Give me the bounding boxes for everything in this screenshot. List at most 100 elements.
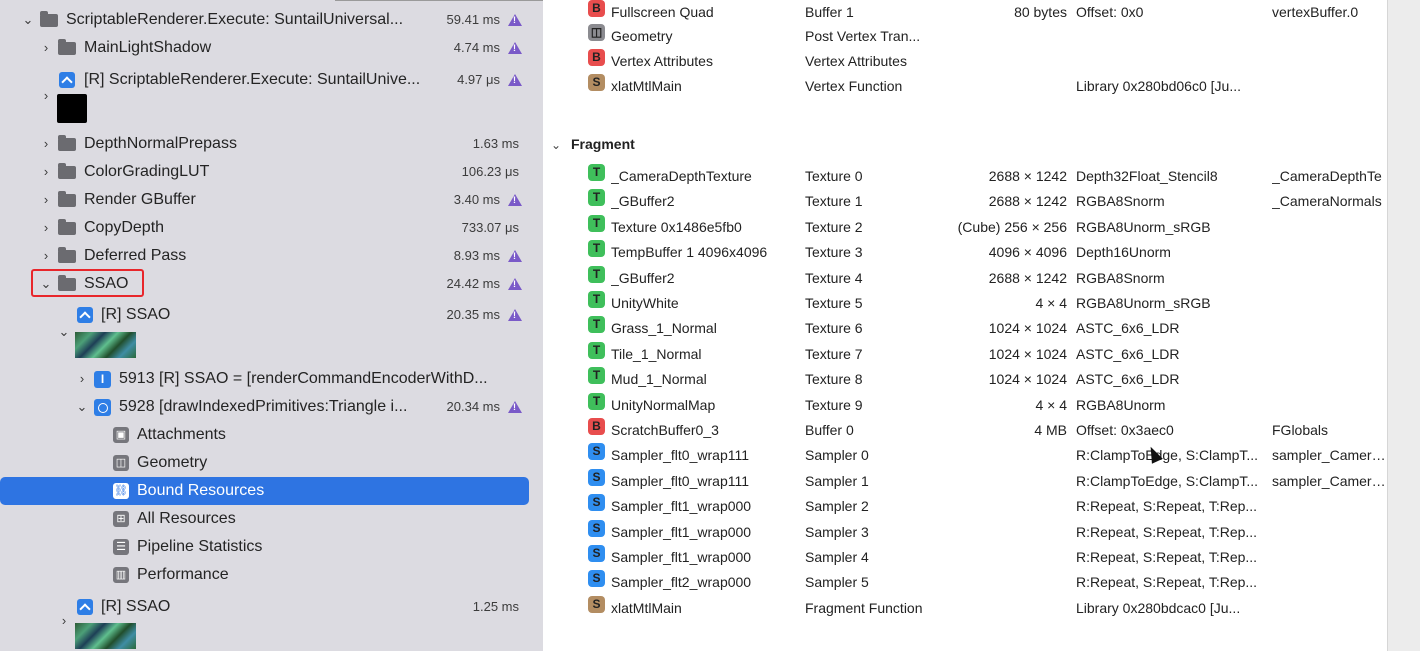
attachment-thumbnail[interactable] xyxy=(75,332,136,358)
resource-row[interactable]: T _CameraDepthTexture Texture 0 2688 × 1242… xyxy=(543,164,1387,189)
tree-row-all-resources[interactable]: ⊞ All Resources xyxy=(0,505,543,533)
attachment-thumbnail[interactable] xyxy=(57,94,87,123)
chevron-down-icon[interactable]: ⌄ xyxy=(22,6,34,34)
tree-row-label: Render GBuffer xyxy=(84,191,196,208)
tree-row-copy-depth[interactable]: › CopyDepth 733.07 μs xyxy=(0,214,543,242)
tree-row-pipeline-statistics[interactable]: ☰ Pipeline Statistics xyxy=(0,533,543,561)
resource-row[interactable]: S Sampler_flt0_wrap111 Sampler 0 R:ClampToE… xyxy=(543,443,1387,468)
resource-name: TempBuffer 1 4096x4096 xyxy=(611,244,768,261)
tree-row-depth-normal-prepass[interactable]: › DepthNormalPrepass 1.63 ms xyxy=(0,130,543,158)
warning-icon[interactable] xyxy=(508,42,522,54)
chevron-down-icon[interactable]: ⌄ xyxy=(551,133,565,158)
chevron-right-icon[interactable]: › xyxy=(76,365,88,393)
resource-format: RGBA8Unorm xyxy=(1076,396,1166,413)
tree-row-draw-5928[interactable]: ⌄ 5928 [drawIndexedPrimitives:Triangle i… xyxy=(0,393,543,421)
resource-row[interactable]: ◫ Geometry Post Vertex Tran... xyxy=(543,24,1387,49)
resource-row[interactable]: S Sampler_flt2_wrap000 Sampler 5 R:Repeat, … xyxy=(543,570,1387,595)
resource-row[interactable]: T UnityWhite Texture 54 × 4 RGBA8Unorm_sRGB xyxy=(543,291,1387,316)
warning-icon[interactable] xyxy=(508,250,522,262)
tree-row-ssao-encoder[interactable]: [R] SSAO 20.35 ms xyxy=(0,301,543,329)
resource-format: Library 0x280bdcac0 [Ju... xyxy=(1076,599,1241,616)
warning-icon[interactable] xyxy=(508,74,522,86)
chevron-right-icon[interactable]: › xyxy=(40,214,52,242)
resource-row[interactable]: S Sampler_flt1_wrap000 Sampler 2 R:Repeat, … xyxy=(543,494,1387,519)
info-command-icon: I xyxy=(94,371,111,388)
section-header-fragment[interactable]: ⌄ Fragment xyxy=(551,132,635,157)
warning-icon[interactable] xyxy=(508,14,522,26)
texture-icon: T xyxy=(588,291,605,308)
resource-name: Tile_1_Normal xyxy=(611,345,702,362)
resource-row[interactable]: S Sampler_flt0_wrap111 Sampler 1 R:ClampToE… xyxy=(543,468,1387,494)
navigator-sidebar: ⌄ ScriptableRenderer.Execute: SuntailUni… xyxy=(0,0,543,651)
resource-name: UnityNormalMap xyxy=(611,396,716,413)
resource-size: 1024 × 1024 xyxy=(988,320,1067,337)
tree-row-label: CopyDepth xyxy=(84,219,165,236)
gpu-time: 4.74 ms xyxy=(453,40,500,55)
warning-icon[interactable] xyxy=(508,194,522,206)
resource-format: Offset: 0x3aec0 xyxy=(1076,422,1174,438)
resource-name: UnityWhite xyxy=(611,295,679,311)
resource-format: R:ClampToEdge, S:ClampT... xyxy=(1076,472,1259,489)
warning-icon[interactable] xyxy=(508,309,522,321)
resource-format: ASTC_6x6_LDR xyxy=(1076,371,1180,388)
chevron-right-icon[interactable]: › xyxy=(40,158,52,186)
chevron-down-icon[interactable]: ⌄ xyxy=(76,393,88,421)
tree-row-command-5913[interactable]: › I 5913 [R] SSAO = [renderCommandEncode… xyxy=(0,365,543,393)
resource-row[interactable]: T _GBuffer2 Texture 4 2688 × 1242 RGBA8Snorm xyxy=(543,265,1387,291)
resource-row[interactable]: B ScratchBuffer0_3 Buffer 04 MB Offset: 0x3… xyxy=(543,418,1387,443)
tree-row-deferred-pass[interactable]: › Deferred Pass 8.93 ms xyxy=(0,242,543,270)
resource-row[interactable]: S Sampler_flt1_wrap000 Sampler 4 R:Repeat, … xyxy=(543,545,1387,570)
resource-row[interactable]: T Texture 0x1486e5fb0 Texture 2 (Cube) 256 … xyxy=(543,214,1387,240)
resource-row[interactable]: B Vertex Attributes Vertex Attributes xyxy=(543,49,1387,74)
resource-row[interactable]: B Fullscreen Quad Buffer 1 80 bytes Offs… xyxy=(543,0,1387,25)
tree-row-render-encoder[interactable]: [R] ScriptableRenderer.Execute: SuntailU… xyxy=(0,66,543,94)
resource-row[interactable]: T UnityNormalMap Texture 94 × 4 RGBA8Unorm xyxy=(543,392,1387,418)
resource-name: Sampler_flt1_wrap000 xyxy=(611,498,752,515)
tree-row-geometry[interactable]: ◫ Geometry xyxy=(0,449,543,477)
resource-size: 4096 × 4096 xyxy=(988,244,1067,261)
sampler-icon: S xyxy=(588,519,605,537)
resource-size: 2688 × 1242 xyxy=(988,168,1067,184)
resource-row[interactable]: T _GBuffer2 Texture 1 2688 × 1242 RGBA8Snorm… xyxy=(543,189,1387,214)
chevron-right-icon[interactable]: › xyxy=(40,186,52,214)
resource-row[interactable]: SxlatMtlMain Fragment Function Library 0x2… xyxy=(543,595,1387,621)
chevron-down-icon[interactable]: ⌄ xyxy=(58,318,70,346)
resource-binding: Sampler 3 xyxy=(805,523,869,540)
tree-row-ssao-encoder-2[interactable]: [R] SSAO 1.25 ms xyxy=(0,593,543,621)
resource-row[interactable]: T TempBuffer 1 4096x4096 Texture 3 4096 × 4… xyxy=(543,240,1387,265)
tree-row-label: ColorGradingLUT xyxy=(84,163,210,180)
chevron-right-icon[interactable]: › xyxy=(40,242,52,270)
tree-row-performance[interactable]: ▥ Performance xyxy=(0,561,543,589)
texture-icon: T xyxy=(588,164,605,181)
texture-icon: T xyxy=(588,392,605,410)
resource-row[interactable]: T Mud_1_Normal Texture 8 1024 × 1024 ASTC_6x… xyxy=(543,367,1387,392)
chevron-right-icon[interactable]: › xyxy=(40,34,52,62)
tree-row-render-gbuffer[interactable]: › Render GBuffer 3.40 ms xyxy=(0,186,543,214)
resource-size: 4 × 4 xyxy=(1035,396,1067,413)
gpu-time: 8.93 ms xyxy=(453,248,500,263)
shader-function-icon: S xyxy=(588,74,605,91)
sampler-icon: S xyxy=(588,570,605,588)
resource-format: RGBA8Snorm xyxy=(1076,269,1165,286)
vertical-scrollbar[interactable] xyxy=(1387,0,1420,651)
resource-row[interactable]: S xlatMtlMain Vertex Function Library 0x… xyxy=(543,74,1387,99)
geometry-icon: ◫ xyxy=(588,24,605,41)
tree-row-label: [R] SSAO xyxy=(101,598,171,615)
tree-row-main-light-shadow[interactable]: › MainLightShadow 4.74 ms xyxy=(0,34,543,62)
resource-row[interactable]: T Grass_1_Normal Texture 6 1024 × 1024 ASTC_… xyxy=(543,316,1387,341)
tree-row-scriptable-renderer[interactable]: ⌄ ScriptableRenderer.Execute: SuntailUni… xyxy=(0,6,543,34)
warning-icon[interactable] xyxy=(508,401,522,413)
tree-row-label: Pipeline Statistics xyxy=(137,538,263,555)
resource-row[interactable]: T Tile_1_Normal Texture 7 1024 × 1024 ASTC_6… xyxy=(543,341,1387,367)
section-title: Fragment xyxy=(571,136,635,152)
resource-row[interactable]: S Sampler_flt1_wrap000 Sampler 3 R:Repeat, … xyxy=(543,519,1387,545)
resource-format: R:ClampToEdge, S:ClampT... xyxy=(1076,447,1259,464)
tree-row-color-grading-lut[interactable]: › ColorGradingLUT 106.23 μs xyxy=(0,158,543,186)
warning-icon[interactable] xyxy=(508,278,522,290)
chevron-right-icon[interactable]: › xyxy=(40,130,52,158)
tree-row-attachments[interactable]: ▣ Attachments xyxy=(0,421,543,449)
attachment-thumbnail[interactable] xyxy=(75,623,136,649)
tree-row-bound-resources[interactable]: ⛓ Bound Resources xyxy=(0,477,529,505)
chevron-right-icon[interactable]: › xyxy=(40,82,52,110)
chevron-right-icon[interactable]: › xyxy=(58,607,70,635)
